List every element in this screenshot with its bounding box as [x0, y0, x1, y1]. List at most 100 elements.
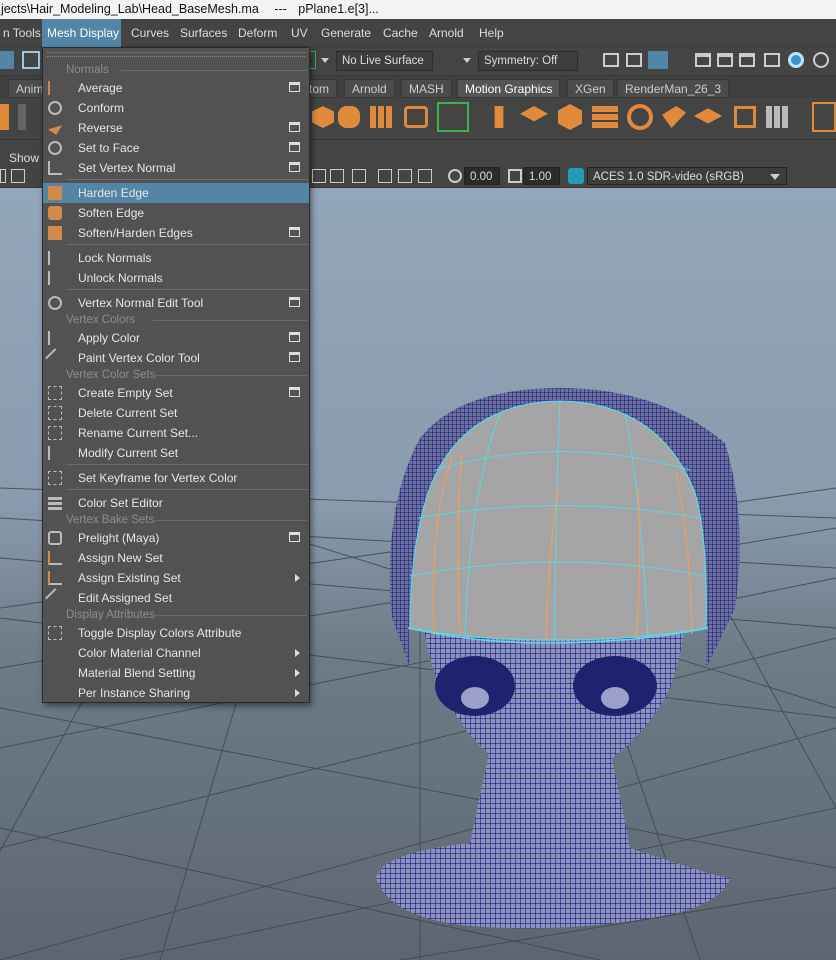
menu-item-lock-normals[interactable]: Lock Normals [43, 248, 309, 268]
menu-item-soften-harden-edges[interactable]: Soften/Harden Edges [43, 223, 309, 243]
menu-help[interactable]: Help [474, 19, 509, 47]
shelf-arrows-active-icon[interactable] [437, 102, 469, 132]
exposure-icon[interactable] [448, 169, 462, 183]
panel-icon[interactable] [312, 169, 326, 183]
tab-arnold[interactable]: Arnold [344, 79, 395, 98]
menu-arnold[interactable]: Arnold [424, 19, 469, 47]
option-box-icon[interactable] [289, 352, 300, 362]
menu-tools[interactable]: n Tools [0, 19, 46, 47]
tab-xgen[interactable]: XGen [567, 79, 614, 98]
selection-mask-icon[interactable] [0, 51, 14, 69]
option-box-icon[interactable] [289, 332, 300, 342]
hypershade-icon[interactable] [648, 51, 668, 69]
menu-uv[interactable]: UV [286, 19, 313, 47]
shelf-sphere-icon[interactable] [627, 104, 653, 130]
live-surface-field[interactable]: No Live Surface [336, 51, 433, 71]
colorspace-select[interactable]: ACES 1.0 SDR-video (sRGB) [587, 167, 787, 185]
panel-icon[interactable] [378, 169, 392, 183]
menu-item-delete-current-set[interactable]: Delete Current Set [43, 403, 309, 423]
shelf-grid-icon[interactable] [370, 106, 392, 128]
shelf-mesh-icon[interactable] [312, 106, 334, 128]
shelf-plane-icon[interactable] [694, 108, 722, 124]
chevron-down-icon[interactable] [770, 174, 780, 180]
menu-show[interactable]: Show [4, 140, 44, 166]
option-box-icon[interactable] [289, 162, 300, 172]
arnold-ipr-icon[interactable] [813, 52, 829, 68]
render-frame-icon[interactable] [603, 53, 619, 67]
color-management-icon[interactable] [568, 168, 584, 184]
menu-item-per-instance-sharing[interactable]: Per Instance Sharing [43, 683, 309, 703]
menu-item-reverse[interactable]: Reverse [43, 118, 309, 138]
tear-off-handle[interactable] [47, 52, 305, 57]
clapboard-icon[interactable] [695, 53, 711, 67]
editor-grid-icon [48, 496, 62, 510]
ipr-icon[interactable] [739, 53, 755, 67]
menu-item-rename-current-set[interactable]: Rename Current Set... [43, 423, 309, 443]
option-box-icon[interactable] [289, 142, 300, 152]
shelf-grid-icon[interactable] [592, 106, 618, 128]
render-settings-icon[interactable] [764, 53, 780, 67]
option-box-icon[interactable] [289, 122, 300, 132]
option-box-icon[interactable] [289, 82, 300, 92]
tab-renderman[interactable]: RenderMan_26_3 [617, 79, 730, 98]
menu-curves[interactable]: Curves [126, 19, 174, 47]
menu-item-assign-existing-set[interactable]: Assign Existing Set [43, 568, 309, 588]
menu-surfaces[interactable]: Surfaces [175, 19, 232, 47]
panel-icon[interactable] [0, 169, 6, 183]
menu-item-harden-edge[interactable]: Harden Edge [43, 183, 309, 203]
shelf-box-icon[interactable] [734, 106, 756, 128]
menu-mesh-display[interactable]: Mesh Display [42, 19, 121, 47]
shelf-menu-icon[interactable] [18, 104, 26, 130]
shelf-mesh-icon[interactable] [338, 106, 360, 128]
shelf-cube-icon[interactable] [558, 104, 582, 130]
gamma-icon[interactable] [508, 169, 522, 183]
dropdown-arrow-icon[interactable] [321, 58, 329, 63]
menu-item-modify-current-set[interactable]: Modify Current Set [43, 443, 309, 463]
menu-item-color-material-channel[interactable]: Color Material Channel [43, 643, 309, 663]
shelf-cube-icon[interactable] [662, 106, 686, 128]
menu-item-material-blend-setting[interactable]: Material Blend Setting [43, 663, 309, 683]
menu-item-unlock-normals[interactable]: Unlock Normals [43, 268, 309, 288]
menu-item-set-vertex-normal[interactable]: Set Vertex Normal [43, 158, 309, 178]
gamma-field[interactable]: 1.00 [523, 167, 560, 185]
shelf-tool-icon[interactable] [0, 104, 9, 130]
option-box-icon[interactable] [289, 227, 300, 237]
menu-item-create-empty-set[interactable]: Create Empty Set [43, 383, 309, 403]
panel-icon[interactable] [398, 169, 412, 183]
shelf-grid-icon[interactable] [766, 106, 788, 128]
menu-item-average[interactable]: Average [43, 78, 309, 98]
menu-item-assign-new-set[interactable]: Assign New Set [43, 548, 309, 568]
dropdown-arrow-icon[interactable] [463, 58, 471, 63]
shelf-cube-icon[interactable] [494, 106, 504, 128]
menu-item-set-to-face[interactable]: Set to Face [43, 138, 309, 158]
menu-item-toggle-display-colors[interactable]: Toggle Display Colors Attribute [43, 623, 309, 643]
panel-icon[interactable] [352, 169, 366, 183]
menu-item-prelight-maya[interactable]: Prelight (Maya) [43, 528, 309, 548]
clapboard-icon[interactable] [717, 53, 733, 67]
menu-item-conform[interactable]: Conform [43, 98, 309, 118]
panel-icon[interactable] [330, 169, 344, 183]
render-seq-icon[interactable] [626, 53, 642, 67]
menu-item-apply-color[interactable]: Apply Color [43, 328, 309, 348]
shelf-cube-icon[interactable] [520, 106, 548, 122]
symmetry-field[interactable]: Symmetry: Off [478, 51, 578, 71]
panel-icon[interactable] [11, 169, 25, 183]
arnold-render-icon[interactable] [788, 52, 804, 68]
panel-icon[interactable] [418, 169, 432, 183]
menu-cache[interactable]: Cache [378, 19, 423, 47]
menu-item-label: Soften/Harden Edges [78, 226, 193, 240]
menu-deform[interactable]: Deform [233, 19, 282, 47]
tab-mash[interactable]: MASH [401, 79, 452, 98]
exposure-field[interactable]: 0.00 [464, 167, 500, 185]
shelf-curve-icon[interactable] [812, 102, 836, 132]
menu-item-set-keyframe-vertex-color[interactable]: Set Keyframe for Vertex Color [43, 468, 309, 488]
menu-item-soften-edge[interactable]: Soften Edge [43, 203, 309, 223]
tab-motion-graphics[interactable]: Motion Graphics [457, 79, 561, 98]
option-box-icon[interactable] [289, 532, 300, 542]
option-box-icon[interactable] [289, 387, 300, 397]
snap-icon[interactable] [22, 51, 40, 69]
mesh-display-menu: Normals Average Conform Reverse Set to F… [42, 47, 310, 703]
menu-generate[interactable]: Generate [316, 19, 376, 47]
option-box-icon[interactable] [289, 297, 300, 307]
shelf-arrows-icon[interactable] [404, 106, 428, 128]
